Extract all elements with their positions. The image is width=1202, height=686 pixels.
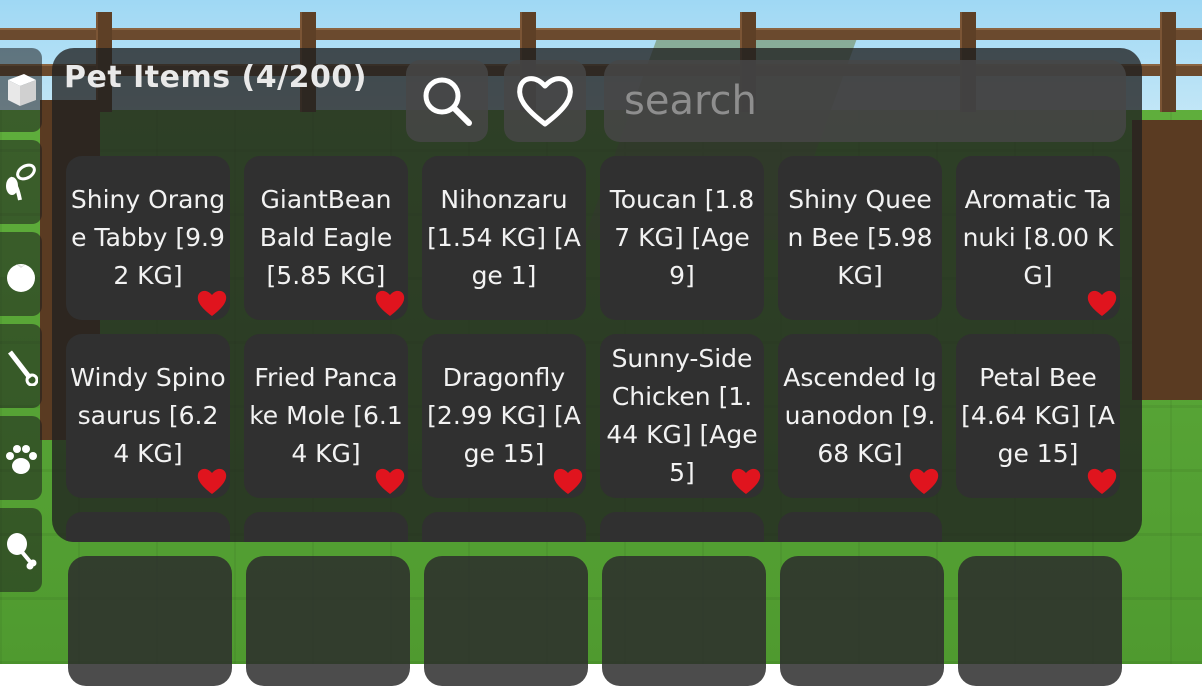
pet-item-card[interactable]: Fried Pancake Mole [6.14 KG] — [244, 334, 408, 498]
favorites-filter-button[interactable] — [504, 60, 586, 142]
sidebar-button-fruits[interactable] — [0, 232, 42, 316]
hotbar-slot[interactable] — [780, 556, 944, 686]
pet-item-name: Shiny Orange Tabby [9.92 KG] — [70, 185, 226, 290]
magnifier-icon — [423, 77, 472, 126]
sprout-icon — [6, 163, 36, 201]
pet-item-card[interactable] — [600, 512, 764, 542]
fence-rail — [0, 28, 1202, 40]
pet-item-name: Aromatic Tanuki [8.00 KG] — [962, 185, 1114, 290]
favorite-heart-icon — [197, 468, 227, 494]
hotbar-slot[interactable] — [424, 556, 588, 686]
pet-item-card[interactable] — [244, 512, 408, 542]
hotbar-slot[interactable] — [958, 556, 1122, 686]
favorite-heart-icon — [375, 290, 405, 316]
pet-item-card[interactable]: Peach — [422, 512, 586, 542]
pet-item-card[interactable]: Ascended Iguanodon [9.68 KG] — [778, 334, 942, 498]
favorite-heart-icon — [375, 468, 405, 494]
sidebar-button-all-items[interactable] — [0, 48, 42, 132]
sidebar-button-pets[interactable] — [0, 416, 42, 500]
paw-icon — [6, 445, 37, 474]
favorite-heart-icon — [553, 468, 583, 494]
pet-item-card[interactable]: GiantBean Bald Eagle [5.85 KG] — [244, 156, 408, 320]
panel-title: Pet Items (4/200) — [64, 60, 367, 95]
favorite-heart-icon — [1087, 290, 1117, 316]
pet-item-card[interactable]: Toucan [1.87 KG] [Age 9] — [600, 156, 764, 320]
pet-item-card[interactable]: Dragonfly [2.99 KG] [Age 15] — [422, 334, 586, 498]
pet-item-name: Petal Bee [4.64 KG] [Age 15] — [961, 363, 1115, 468]
pet-item-card[interactable]: Windy Spinosaurus [6.24 KG] — [66, 334, 230, 498]
pet-item-card[interactable]: Nihonzaru [1.54 KG] [Age 1] — [422, 156, 586, 320]
pet-item-card[interactable]: Shiny Orange Tabby [9.92 KG] — [66, 156, 230, 320]
hotbar-slot[interactable] — [68, 556, 232, 686]
pet-item-card[interactable]: Aromatic Tanuki [8.00 KG] — [956, 156, 1120, 320]
pet-item-card[interactable]: Honey — [66, 512, 230, 542]
wrench-icon — [8, 350, 38, 386]
hotbar-slot[interactable] — [602, 556, 766, 686]
sidebar-button-seeds[interactable] — [0, 140, 42, 224]
favorite-heart-icon — [909, 468, 939, 494]
sidebar-button-gear[interactable] — [0, 324, 42, 408]
fence-post — [1160, 12, 1176, 112]
sidebar-button-pet-food[interactable] — [0, 508, 42, 592]
pet-item-name: Dragonfly [2.99 KG] [Age 15] — [427, 363, 581, 468]
search-input[interactable] — [604, 60, 1126, 142]
pet-item-name: Windy Spinosaurus [6.24 KG] — [70, 363, 226, 468]
pet-item-card[interactable]: Petal Bee [4.64 KG] [Age 15] — [956, 334, 1120, 498]
tomato-icon — [7, 264, 35, 292]
box-icon — [8, 74, 36, 106]
pet-item-grid: Shiny Orange Tabby [9.92 KG] GiantBean Ba… — [66, 156, 1132, 542]
meat-icon — [7, 533, 37, 570]
favorite-heart-icon — [1087, 468, 1117, 494]
pet-items-panel: Pet Items (4/200) Shiny Orange Tabby [9.… — [52, 48, 1142, 542]
pet-item-name: Ascended Iguanodon [9.68 KG] — [783, 363, 937, 468]
favorite-heart-icon — [731, 468, 761, 494]
heart-outline-icon — [517, 76, 573, 127]
pet-item-name: Nihonzaru [1.54 KG] [Age 1] — [427, 185, 581, 290]
pet-item-card[interactable]: Sunny-Side Chicken [1.44 KG] [Age 5] — [600, 334, 764, 498]
pet-item-name: GiantBean Bald Eagle [5.85 KG] — [259, 185, 393, 290]
wooden-pen-wall — [1132, 120, 1202, 400]
hotbar — [68, 556, 1122, 686]
category-sidebar — [0, 48, 44, 600]
search-button[interactable] — [406, 60, 488, 142]
favorite-heart-icon — [197, 290, 227, 316]
pet-item-name: Toucan [1.87 KG] [Age 9] — [609, 185, 755, 290]
pet-item-card[interactable] — [778, 512, 942, 542]
pet-item-name: Fried Pancake Mole [6.14 KG] — [249, 363, 403, 468]
pet-item-name: Shiny Queen Bee [5.98 KG] — [787, 185, 933, 290]
pet-item-card[interactable]: Shiny Queen Bee [5.98 KG] — [778, 156, 942, 320]
hotbar-slot[interactable] — [246, 556, 410, 686]
